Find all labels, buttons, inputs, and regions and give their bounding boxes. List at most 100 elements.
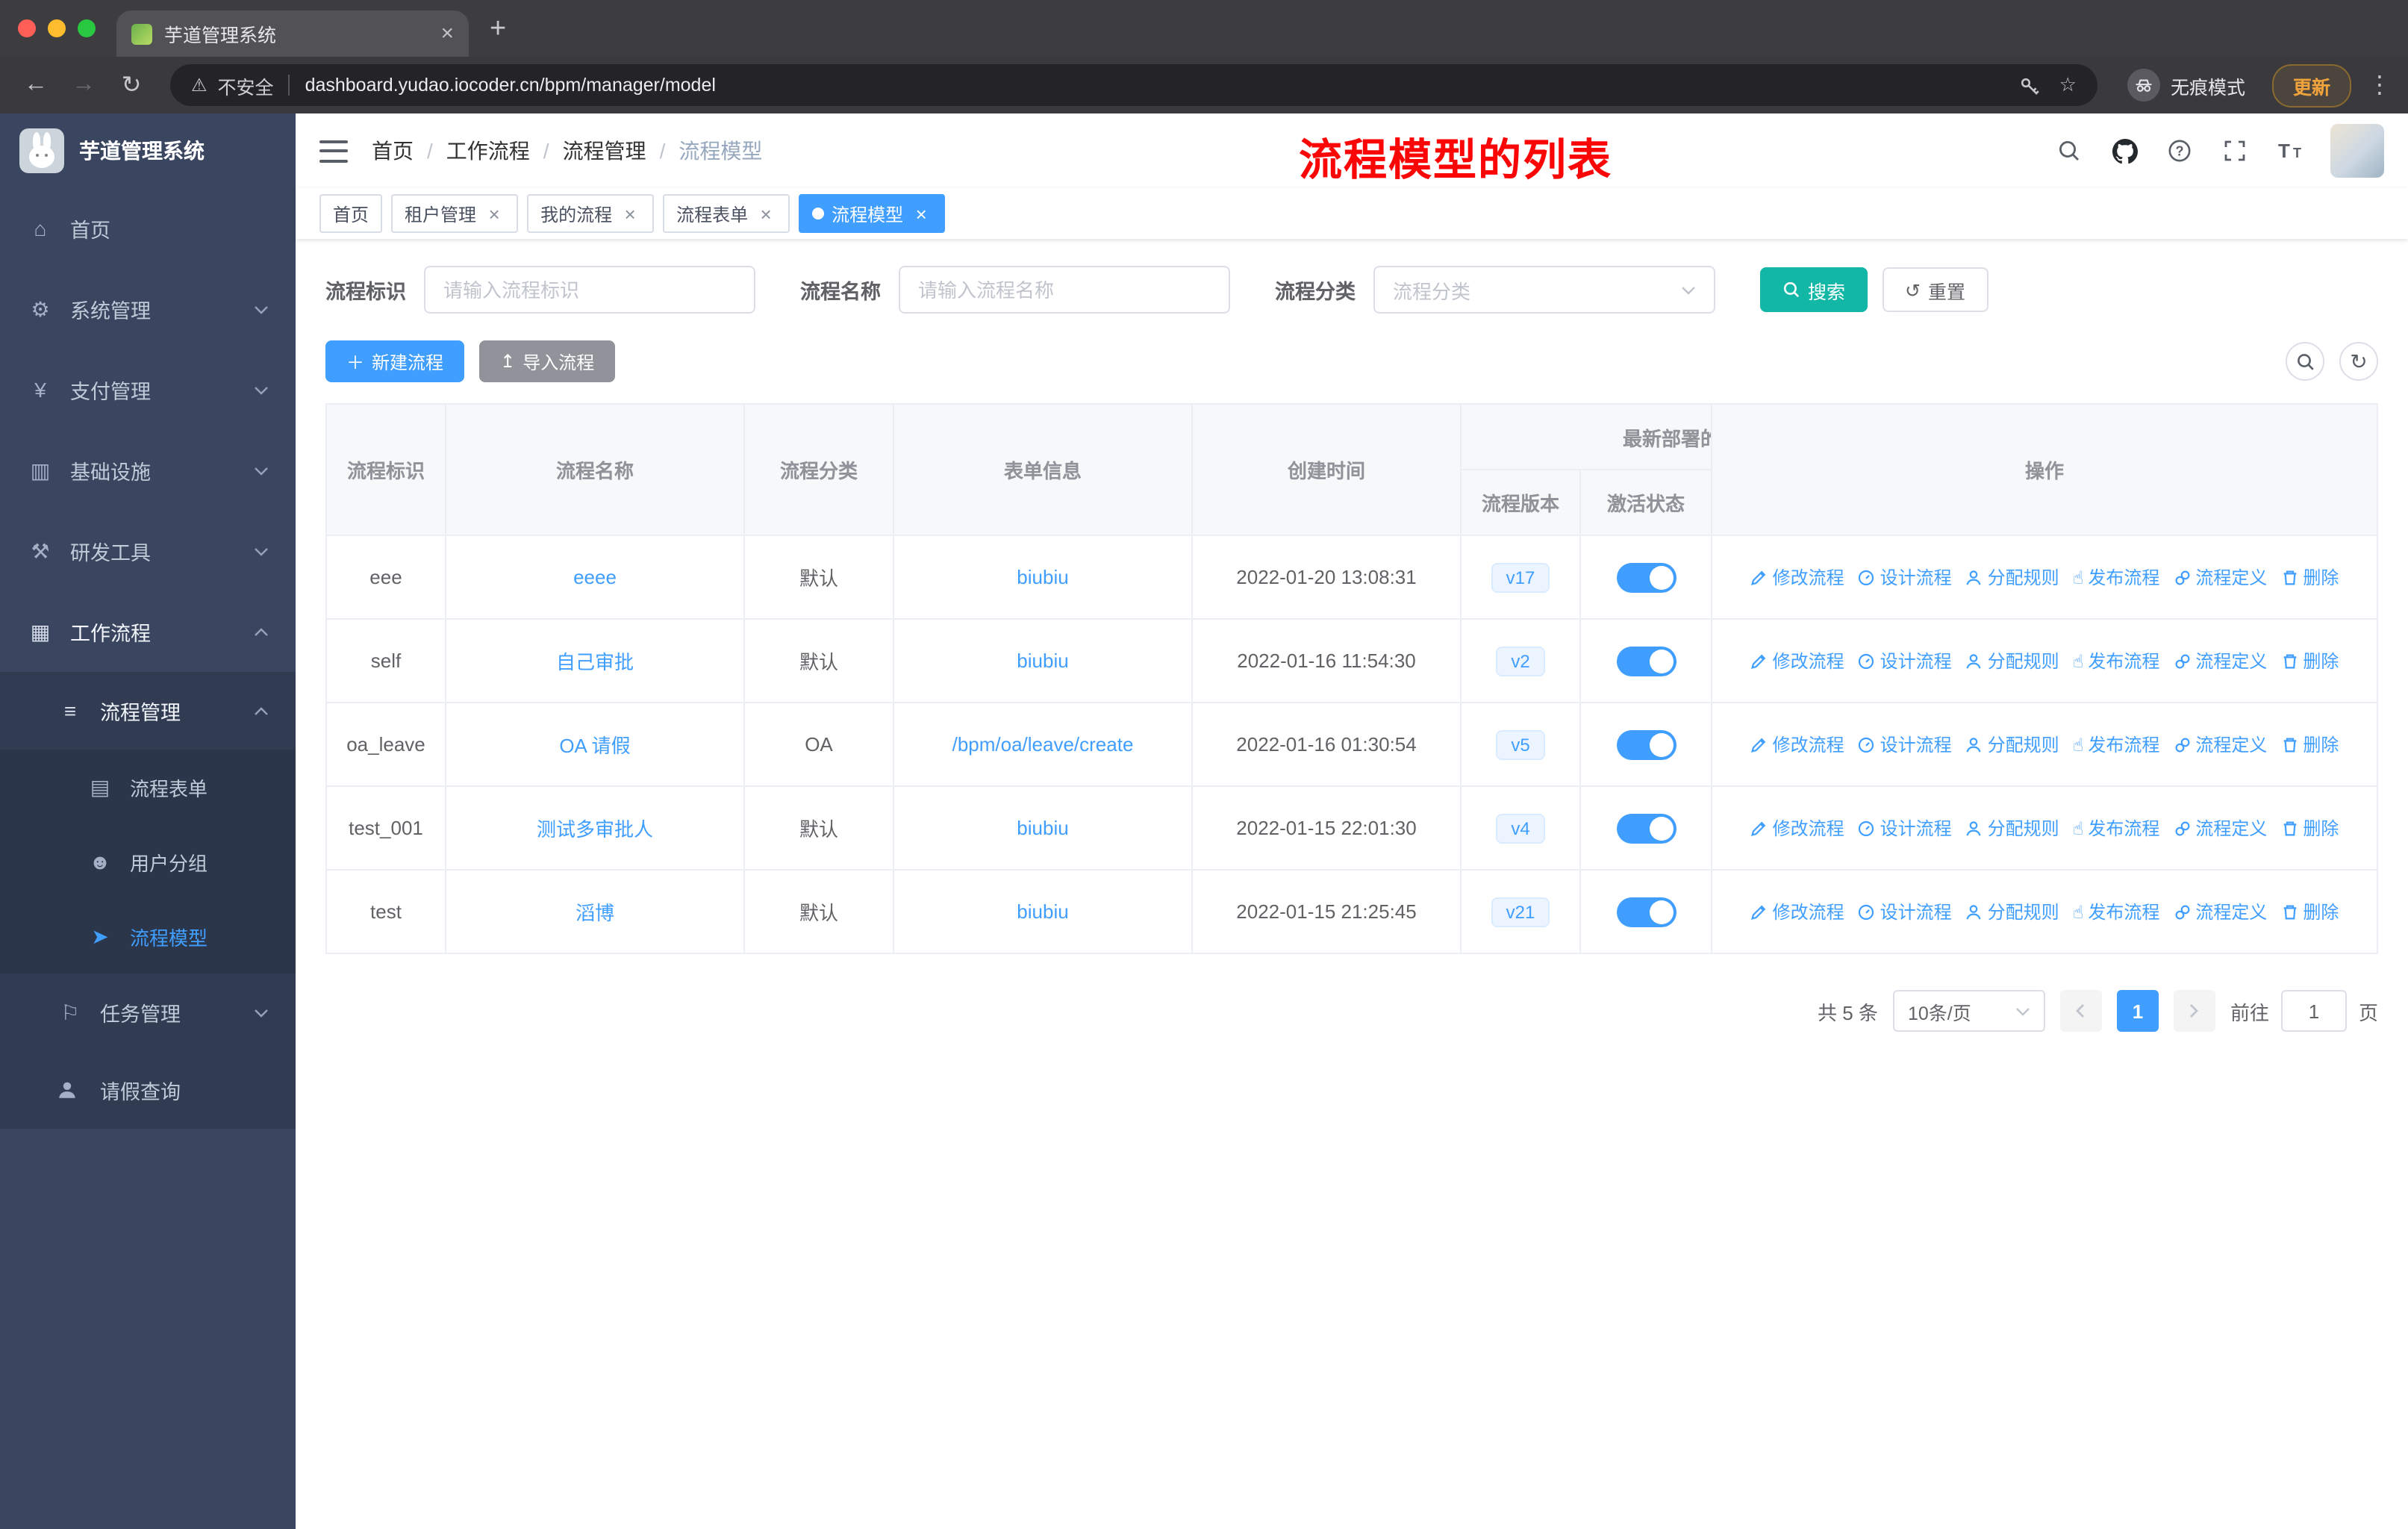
window-close-button[interactable]: [18, 19, 36, 37]
action-design-link[interactable]: 设计流程: [1858, 815, 1952, 841]
action-assign-rule-link[interactable]: 分配规则: [1965, 815, 2059, 841]
action-definition-link[interactable]: 流程定义: [2173, 732, 2267, 757]
create-process-button[interactable]: ＋ 新建流程: [325, 340, 465, 382]
sidebar-item-home[interactable]: ⌂ 首页: [0, 188, 296, 269]
user-avatar[interactable]: [2330, 124, 2384, 178]
action-delete-link[interactable]: 删除: [2280, 564, 2339, 590]
process-name-link[interactable]: 测试多审批人: [537, 818, 653, 841]
close-icon[interactable]: ×: [484, 204, 505, 223]
form-info-link[interactable]: biubiu: [1017, 900, 1068, 923]
tag-my-process[interactable]: 我的流程 ×: [527, 194, 655, 233]
close-icon[interactable]: ×: [620, 204, 640, 223]
process-id-input[interactable]: [424, 266, 755, 314]
sidebar-item-workflow[interactable]: ▦ 工作流程: [0, 591, 296, 672]
sidebar-item-process-management[interactable]: ≡ 流程管理: [0, 672, 296, 750]
tag-home[interactable]: 首页: [319, 194, 383, 233]
font-size-icon[interactable]: TT: [2275, 136, 2305, 166]
sidebar-item-devtools[interactable]: ⚒ 研发工具: [0, 511, 296, 591]
action-design-link[interactable]: 设计流程: [1858, 564, 1952, 590]
status-toggle[interactable]: [1616, 562, 1676, 592]
app-logo[interactable]: 芋道管理系统: [0, 113, 296, 188]
process-name-link[interactable]: 自己审批: [556, 651, 634, 673]
status-toggle[interactable]: [1616, 897, 1676, 927]
security-label[interactable]: 不安全: [218, 71, 274, 99]
action-edit-link[interactable]: 修改流程: [1750, 564, 1844, 590]
action-design-link[interactable]: 设计流程: [1858, 899, 1952, 924]
action-delete-link[interactable]: 删除: [2280, 899, 2339, 924]
action-definition-link[interactable]: 流程定义: [2173, 648, 2267, 673]
action-publish-link[interactable]: ☝ 发布流程: [2073, 648, 2160, 673]
sidebar-item-process-model[interactable]: ➤ 流程模型: [0, 899, 296, 974]
action-delete-link[interactable]: 删除: [2280, 732, 2339, 757]
action-design-link[interactable]: 设计流程: [1858, 732, 1952, 757]
action-edit-link[interactable]: 修改流程: [1750, 732, 1844, 757]
address-bar[interactable]: ⚠ 不安全 dashboard.yudao.iocoder.cn/bpm/man…: [170, 64, 2097, 106]
process-name-link[interactable]: 滔博: [576, 902, 614, 924]
forward-icon[interactable]: →: [63, 64, 105, 106]
action-edit-link[interactable]: 修改流程: [1750, 648, 1844, 673]
prev-page-button[interactable]: [2059, 990, 2102, 1032]
close-icon[interactable]: ×: [911, 204, 932, 223]
page-size-select[interactable]: 10条/页: [1892, 990, 2045, 1032]
action-publish-link[interactable]: ☝ 发布流程: [2073, 815, 2160, 841]
new-tab-button[interactable]: +: [490, 14, 506, 43]
breadcrumb-item[interactable]: 工作流程: [446, 136, 563, 166]
github-icon[interactable]: [2109, 136, 2139, 166]
form-info-link[interactable]: biubiu: [1017, 817, 1068, 839]
action-publish-link[interactable]: ☝ 发布流程: [2073, 564, 2160, 590]
search-button[interactable]: 搜索: [1760, 267, 1868, 312]
fullscreen-icon[interactable]: [2220, 136, 2250, 166]
sidebar-item-task-management[interactable]: ⚐ 任务管理: [0, 974, 296, 1051]
action-assign-rule-link[interactable]: 分配规则: [1965, 899, 2059, 924]
process-name-input[interactable]: [899, 266, 1230, 314]
tag-process-form[interactable]: 流程表单 ×: [663, 194, 790, 233]
breadcrumb-item[interactable]: 流程管理: [563, 136, 679, 166]
action-design-link[interactable]: 设计流程: [1858, 648, 1952, 673]
toggle-search-button[interactable]: [2286, 342, 2324, 381]
status-toggle[interactable]: [1616, 729, 1676, 759]
next-page-button[interactable]: [2173, 990, 2215, 1032]
category-select[interactable]: 流程分类: [1373, 266, 1715, 314]
action-definition-link[interactable]: 流程定义: [2173, 564, 2267, 590]
sidebar-item-process-form[interactable]: ▤ 流程表单: [0, 750, 296, 824]
action-assign-rule-link[interactable]: 分配规则: [1965, 564, 2059, 590]
key-icon[interactable]: [2019, 74, 2042, 96]
tag-tenant[interactable]: 租户管理 ×: [391, 194, 519, 233]
sidebar-item-infrastructure[interactable]: ▥ 基础设施: [0, 430, 296, 511]
update-button[interactable]: 更新: [2271, 63, 2351, 107]
sidebar-item-leave-query[interactable]: 请假查询: [0, 1051, 296, 1129]
back-icon[interactable]: ←: [15, 64, 57, 106]
sidebar-item-system[interactable]: ⚙ 系统管理: [0, 269, 296, 349]
action-assign-rule-link[interactable]: 分配规则: [1965, 648, 2059, 673]
form-info-link[interactable]: /bpm/oa/leave/create: [952, 733, 1134, 756]
action-publish-link[interactable]: ☝ 发布流程: [2073, 899, 2160, 924]
action-assign-rule-link[interactable]: 分配规则: [1965, 732, 2059, 757]
form-info-link[interactable]: biubiu: [1017, 650, 1068, 672]
tab-close-icon[interactable]: ×: [440, 22, 454, 45]
status-toggle[interactable]: [1616, 646, 1676, 676]
reset-button[interactable]: ↺ 重置: [1883, 267, 1989, 312]
process-name-link[interactable]: OA 请假: [559, 735, 630, 757]
action-publish-link[interactable]: ☝ 发布流程: [2073, 732, 2160, 757]
action-edit-link[interactable]: 修改流程: [1750, 815, 1844, 841]
current-page-button[interactable]: 1: [2116, 990, 2159, 1032]
action-delete-link[interactable]: 删除: [2280, 648, 2339, 673]
action-definition-link[interactable]: 流程定义: [2173, 899, 2267, 924]
breadcrumb-item[interactable]: 首页: [372, 136, 446, 166]
refresh-button[interactable]: ↻: [2339, 342, 2378, 381]
browser-menu-icon[interactable]: ⋮: [2366, 70, 2393, 100]
search-icon[interactable]: [2054, 136, 2084, 166]
import-process-button[interactable]: ↥ 导入流程: [479, 340, 616, 382]
bookmark-star-icon[interactable]: ☆: [2059, 73, 2077, 97]
action-definition-link[interactable]: 流程定义: [2173, 815, 2267, 841]
action-delete-link[interactable]: 删除: [2280, 815, 2339, 841]
status-toggle[interactable]: [1616, 813, 1676, 843]
process-name-link[interactable]: eeee: [573, 566, 617, 588]
sidebar-item-payment[interactable]: ¥ 支付管理: [0, 349, 296, 430]
reload-icon[interactable]: ↻: [110, 64, 152, 106]
action-edit-link[interactable]: 修改流程: [1750, 899, 1844, 924]
sidebar-collapse-icon[interactable]: [319, 140, 348, 162]
goto-page-input[interactable]: [2280, 990, 2347, 1032]
close-icon[interactable]: ×: [755, 204, 776, 223]
form-info-link[interactable]: biubiu: [1017, 566, 1068, 588]
